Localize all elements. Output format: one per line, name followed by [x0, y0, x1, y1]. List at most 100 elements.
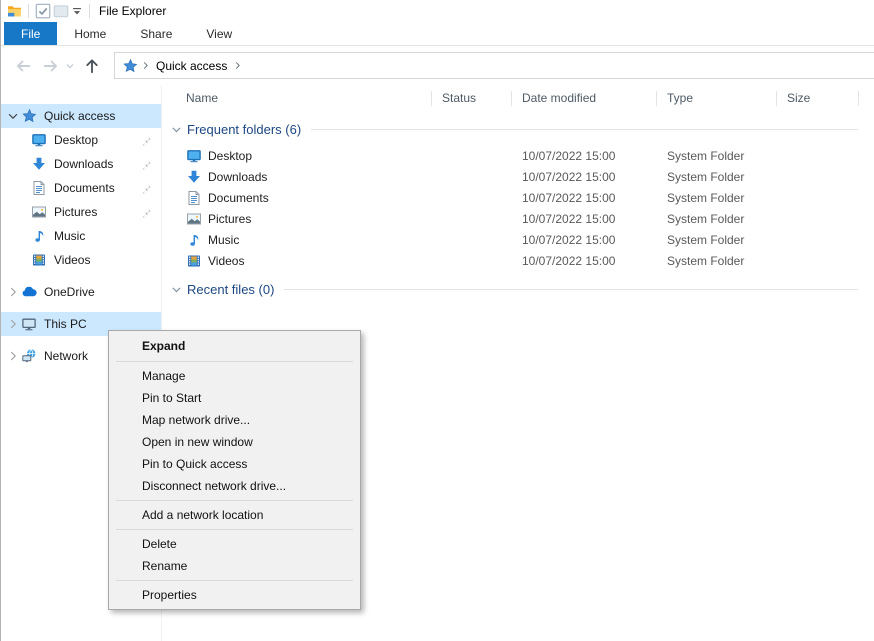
sidebar-item-quick-access[interactable]: Quick access	[1, 104, 161, 128]
sidebar-item-music[interactable]: Music	[1, 224, 161, 248]
menu-item-label: Rename	[142, 559, 187, 573]
menu-separator	[116, 361, 353, 362]
tab-share[interactable]: Share	[123, 22, 189, 45]
group-chevron-icon[interactable]	[170, 283, 183, 296]
file-row-desktop[interactable]: Desktop 10/07/2022 15:00 System Folder	[162, 145, 874, 166]
column-header-type[interactable]: Type	[657, 85, 777, 111]
frequent-folders-list: Desktop 10/07/2022 15:00 System Folder D…	[162, 145, 874, 271]
column-header-label: Type	[667, 91, 693, 105]
sidebar-item-label: Quick access	[44, 109, 115, 123]
window-title: File Explorer	[99, 4, 166, 18]
pictures-icon	[186, 211, 202, 227]
sidebar-item-label: Music	[54, 229, 85, 243]
downloads-icon	[31, 156, 47, 172]
sidebar-item-documents[interactable]: Documents	[1, 176, 161, 200]
quick-access-star-icon[interactable]	[122, 58, 138, 74]
this-pc-icon	[21, 316, 37, 332]
column-header-status[interactable]: Status	[432, 85, 512, 111]
column-header-label: Date modified	[522, 91, 596, 105]
sidebar-item-downloads[interactable]: Downloads	[1, 152, 161, 176]
file-row-videos[interactable]: Videos 10/07/2022 15:00 System Folder	[162, 250, 874, 271]
tab-view[interactable]: View	[189, 22, 249, 45]
menu-item-delete[interactable]: Delete	[109, 533, 360, 555]
breadcrumb-chevron-icon[interactable]	[140, 60, 151, 71]
tab-home[interactable]: Home	[57, 22, 123, 45]
chevron-right-icon[interactable]	[5, 349, 21, 363]
new-folder-icon[interactable]	[52, 2, 70, 20]
network-icon	[21, 348, 37, 364]
menu-item-label: Expand	[142, 339, 185, 353]
column-header-date-modified[interactable]: Date modified	[512, 85, 657, 111]
tab-file[interactable]: File	[4, 22, 57, 45]
file-row-music[interactable]: Music 10/07/2022 15:00 System Folder	[162, 229, 874, 250]
titlebar-separator	[28, 4, 29, 18]
file-row-pictures[interactable]: Pictures 10/07/2022 15:00 System Folder	[162, 208, 874, 229]
chevron-down-icon[interactable]	[5, 109, 21, 123]
menu-item-manage[interactable]: Manage	[109, 365, 360, 387]
menu-item-disconnect-network-drive[interactable]: Disconnect network drive...	[109, 475, 360, 497]
menu-item-pin-to-start[interactable]: Pin to Start	[109, 387, 360, 409]
menu-item-properties[interactable]: Properties	[109, 584, 360, 606]
sidebar-item-pictures[interactable]: Pictures	[1, 200, 161, 224]
forward-arrow-icon[interactable]	[42, 57, 60, 75]
menu-item-label: Delete	[142, 537, 177, 551]
history-dropdown-icon[interactable]	[64, 60, 76, 72]
file-type: System Folder	[657, 191, 777, 205]
column-header-name[interactable]: Name	[162, 85, 432, 111]
menu-item-label: Properties	[142, 588, 197, 602]
group-header-recent-files[interactable]: Recent files (0)	[170, 279, 866, 299]
file-row-downloads[interactable]: Downloads 10/07/2022 15:00 System Folder	[162, 166, 874, 187]
group-chevron-icon[interactable]	[170, 123, 183, 136]
column-header-size[interactable]: Size	[777, 85, 859, 111]
sidebar-item-videos[interactable]: Videos	[1, 248, 161, 272]
column-header-label: Size	[787, 91, 810, 105]
group-rule	[284, 289, 858, 290]
menu-item-expand[interactable]: Expand	[109, 334, 360, 358]
menu-item-label: Open in new window	[142, 435, 253, 449]
pin-icon	[139, 206, 152, 219]
file-name: Downloads	[208, 170, 267, 184]
file-date-modified: 10/07/2022 15:00	[512, 149, 657, 163]
qat-dropdown-icon[interactable]	[70, 2, 84, 20]
file-row-documents[interactable]: Documents 10/07/2022 15:00 System Folder	[162, 187, 874, 208]
file-name-cell: Pictures	[162, 211, 432, 227]
menu-item-add-a-network-location[interactable]: Add a network location	[109, 504, 360, 526]
menu-item-rename[interactable]: Rename	[109, 555, 360, 577]
sidebar-item-label: Pictures	[54, 205, 97, 219]
downloads-icon	[186, 169, 202, 185]
properties-check-icon[interactable]	[34, 2, 52, 20]
explorer-logo-icon[interactable]	[6, 3, 23, 19]
file-type: System Folder	[657, 212, 777, 226]
music-icon	[186, 232, 202, 248]
sidebar-item-onedrive[interactable]: OneDrive	[1, 280, 161, 304]
file-type: System Folder	[657, 254, 777, 268]
file-date-modified: 10/07/2022 15:00	[512, 212, 657, 226]
file-name: Videos	[208, 254, 244, 268]
breadcrumb-chevron-icon[interactable]	[232, 60, 243, 71]
back-arrow-icon[interactable]	[14, 57, 32, 75]
group-rule	[311, 129, 858, 130]
sidebar-item-label: Downloads	[54, 157, 113, 171]
sidebar-item-desktop[interactable]: Desktop	[1, 128, 161, 152]
menu-item-label: Pin to Start	[142, 391, 201, 405]
tab-label: File	[21, 27, 40, 41]
column-header-label: Name	[186, 91, 218, 105]
address-bar[interactable]: Quick access	[114, 52, 874, 79]
breadcrumb-location[interactable]: Quick access	[153, 59, 230, 73]
menu-item-open-in-new-window[interactable]: Open in new window	[109, 431, 360, 453]
quick-access-star-icon	[21, 108, 37, 124]
chevron-right-icon[interactable]	[5, 285, 21, 299]
file-name: Pictures	[208, 212, 251, 226]
videos-icon	[186, 253, 202, 269]
menu-item-map-network-drive[interactable]: Map network drive...	[109, 409, 360, 431]
chevron-right-icon[interactable]	[5, 317, 21, 331]
pin-icon	[139, 182, 152, 195]
menu-item-pin-to-quick-access[interactable]: Pin to Quick access	[109, 453, 360, 475]
file-name-cell: Documents	[162, 190, 432, 206]
group-header-frequent-folders[interactable]: Frequent folders (6)	[170, 119, 866, 139]
up-arrow-icon[interactable]	[83, 57, 101, 75]
file-name-cell: Downloads	[162, 169, 432, 185]
file-explorer-window: File Explorer File Home Share View Quick…	[0, 0, 874, 641]
pin-icon	[139, 158, 152, 171]
sidebar-item-label: Desktop	[54, 133, 98, 147]
